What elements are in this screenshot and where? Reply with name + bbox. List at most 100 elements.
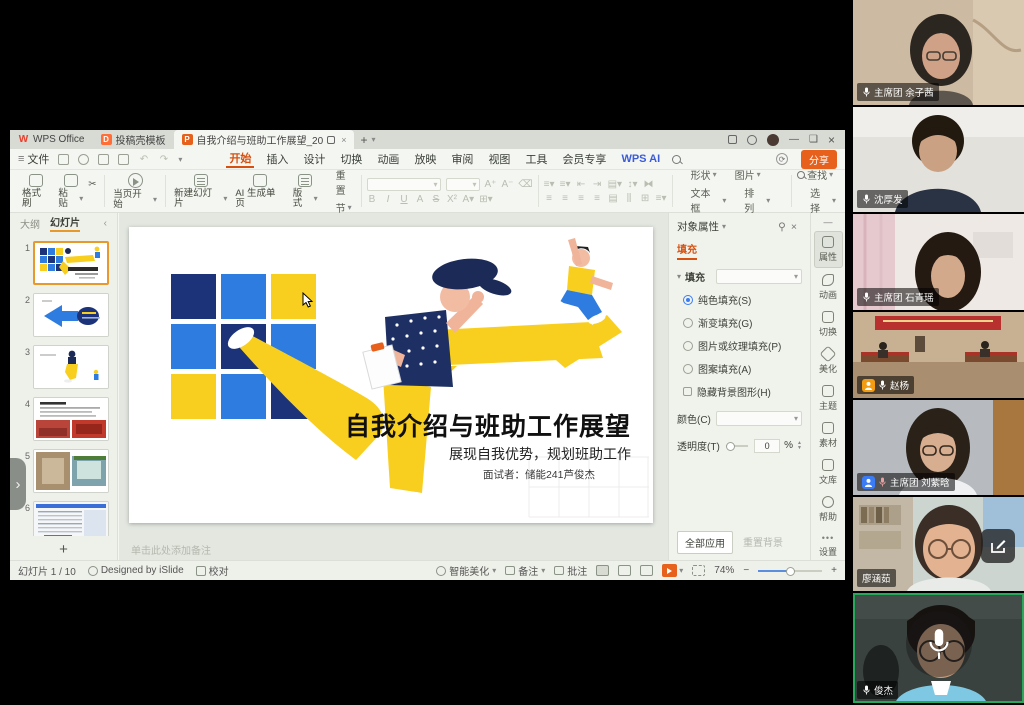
thumbnail-image[interactable] <box>33 501 109 536</box>
fill-preset-dropdown[interactable]: ▾ <box>716 269 802 284</box>
islide-credit[interactable]: Designed by iSlide <box>88 565 184 576</box>
menu-member[interactable]: 会员专享 <box>559 151 609 167</box>
thumbnail-image[interactable] <box>33 449 109 493</box>
menu-view[interactable]: 视图 <box>485 151 513 167</box>
rail-animation[interactable]: 动画 <box>814 270 843 305</box>
editor-canvas[interactable]: 自我介绍与班助工作展望 展现自我优势，规划班助工作 面试者：储能241芦俊杰 单… <box>119 213 668 560</box>
zoom-level[interactable]: 74% <box>714 565 734 576</box>
menu-slideshow[interactable]: 放映 <box>411 151 439 167</box>
slideshow-play-button[interactable] <box>662 564 677 577</box>
outdent-button[interactable]: ⇤ <box>576 179 587 190</box>
option-picture-fill[interactable]: 图片或纹理填充(P) <box>683 338 802 353</box>
reset-icon[interactable] <box>323 177 334 187</box>
shadow-button[interactable]: A <box>415 194 426 205</box>
color-dropdown[interactable]: ▾ <box>716 411 802 426</box>
slide-1-canvas[interactable]: 自我介绍与班助工作展望 展现自我优势，规划班助工作 面试者：储能241芦俊杰 <box>129 227 653 523</box>
menu-tools[interactable]: 工具 <box>522 151 550 167</box>
option-pattern-fill[interactable]: 图案填充(A) <box>683 361 802 376</box>
slide-thumbnail-2[interactable]: 2 <box>10 289 117 341</box>
menu-home[interactable]: 开始 <box>226 150 254 168</box>
zoom-slider[interactable] <box>758 570 822 572</box>
zoom-out-button[interactable]: − <box>743 565 749 576</box>
quickbar-more-icon[interactable]: ▾ <box>178 155 182 164</box>
properties-dropdown-icon[interactable]: ▾ <box>722 222 726 231</box>
proofread-button[interactable]: 校对 <box>196 563 229 578</box>
opacity-slider[interactable] <box>726 445 748 447</box>
account-avatar[interactable] <box>767 134 779 146</box>
menu-animation[interactable]: 动画 <box>374 151 402 167</box>
rail-help[interactable]: 帮助 <box>814 492 843 527</box>
tab-template-doc[interactable]: D 投稿壳模板 <box>93 130 174 149</box>
thumbnail-image[interactable] <box>33 293 109 337</box>
option-hide-background[interactable]: 隐藏背景图形(H) <box>683 384 802 399</box>
paragraph-more-button[interactable]: ≡▾ <box>656 193 667 204</box>
format-painter-button[interactable]: 格式刷 <box>19 173 53 209</box>
slide-thumbnail-3[interactable]: 3 <box>10 341 117 393</box>
menu-design[interactable]: 设计 <box>300 151 328 167</box>
option-gradient-fill[interactable]: 渐变填充(G) <box>683 315 802 330</box>
number-list-button[interactable]: ≡▾ <box>560 179 571 190</box>
shape-button[interactable]: 形状▾ <box>678 167 717 182</box>
bullet-list-button[interactable]: ≡▾ <box>544 179 555 190</box>
clear-format-icon[interactable]: ⌫ <box>518 179 532 190</box>
tab-close-icon[interactable]: × <box>341 135 346 145</box>
video-tile-5[interactable]: 主席团 刘紫晗 <box>853 400 1024 495</box>
slide-thumbnail-6[interactable]: 6 <box>10 497 117 536</box>
rail-properties[interactable]: 属性 <box>814 231 843 268</box>
tab-slides[interactable]: 幻灯片 <box>50 214 80 232</box>
increase-font-icon[interactable]: A⁺ <box>485 179 497 190</box>
normal-view-button[interactable] <box>596 565 609 576</box>
indent-button[interactable]: ⇥ <box>592 179 603 190</box>
close-panel-icon[interactable]: × <box>791 221 802 233</box>
superscript-button[interactable]: X² <box>447 194 458 205</box>
distribute-button[interactable]: ▤ <box>608 193 619 204</box>
tab-current-presentation[interactable]: P 自我介绍与班助工作展望_20 × <box>174 130 355 149</box>
rail-beautify[interactable]: 美化 <box>814 344 843 379</box>
decrease-font-icon[interactable]: A⁻ <box>501 179 513 190</box>
align-center-button[interactable]: ≡ <box>560 193 571 204</box>
workspace-icon[interactable] <box>728 135 737 144</box>
justify-button[interactable]: ≡ <box>592 193 603 204</box>
video-tile-6[interactable]: 廖涵茹 <box>853 497 1024 591</box>
rail-theme[interactable]: 主题 <box>814 381 843 416</box>
font-family-select[interactable]: ▾ <box>367 178 441 191</box>
thumbnail-image[interactable] <box>33 241 109 285</box>
minimize-button[interactable]: — <box>789 134 799 145</box>
textbox-button[interactable]: 文本框▾ <box>678 185 727 215</box>
italic-button[interactable]: I <box>383 194 394 205</box>
line-spacing-button[interactable]: ↕▾ <box>627 179 638 190</box>
highlight-button[interactable]: ⊞▾ <box>479 194 492 205</box>
redo-button[interactable]: ↷ <box>158 154 169 165</box>
pin-icon[interactable]: ⚲ <box>778 221 791 233</box>
underline-button[interactable]: U <box>399 194 410 205</box>
menu-insert[interactable]: 插入 <box>263 151 291 167</box>
video-tile-7[interactable]: 俊杰 <box>853 593 1024 703</box>
columns-button[interactable]: ⫼ <box>624 193 635 204</box>
slide-title[interactable]: 自我介绍与班助工作展望 <box>345 407 631 443</box>
reading-view-button[interactable] <box>640 565 653 576</box>
add-slide-button[interactable]: + <box>10 541 117 558</box>
new-tab-button[interactable]: +▾ <box>354 130 381 149</box>
notes-placeholder[interactable]: 单击此处添加备注 <box>131 542 211 557</box>
theme-icon[interactable] <box>747 135 757 145</box>
bold-button[interactable]: B <box>367 194 378 205</box>
align-right-button[interactable]: ≡ <box>576 193 587 204</box>
rail-transition[interactable]: 切换 <box>814 307 843 342</box>
panel-expand-chevron[interactable]: › <box>10 458 26 510</box>
cut-icon[interactable]: ✂ <box>88 179 99 190</box>
tab-outline[interactable]: 大纲 <box>20 216 40 231</box>
find-button[interactable]: 查找▾ <box>797 167 836 182</box>
save-icon[interactable] <box>58 154 69 165</box>
rail-settings[interactable]: •••设置 <box>814 529 843 562</box>
opacity-stepper[interactable]: ▲▼ <box>797 441 802 450</box>
fill-tab[interactable]: 填充 <box>677 241 697 260</box>
slide-subtitle[interactable]: 展现自我优势，规划班助工作 <box>449 444 631 464</box>
zoom-in-button[interactable]: + <box>831 565 837 576</box>
upgrade-icon[interactable]: ⟳ <box>776 153 788 165</box>
thumbnail-image[interactable] <box>33 345 109 389</box>
slide-sorter-button[interactable] <box>618 565 631 576</box>
slide-presenter[interactable]: 面试者：储能241芦俊杰 <box>483 467 595 482</box>
video-tile-1[interactable]: 主席团 余子茜 <box>853 0 1024 105</box>
strike-button[interactable]: S <box>431 194 442 205</box>
restore-button[interactable]: ❑ <box>809 134 818 145</box>
